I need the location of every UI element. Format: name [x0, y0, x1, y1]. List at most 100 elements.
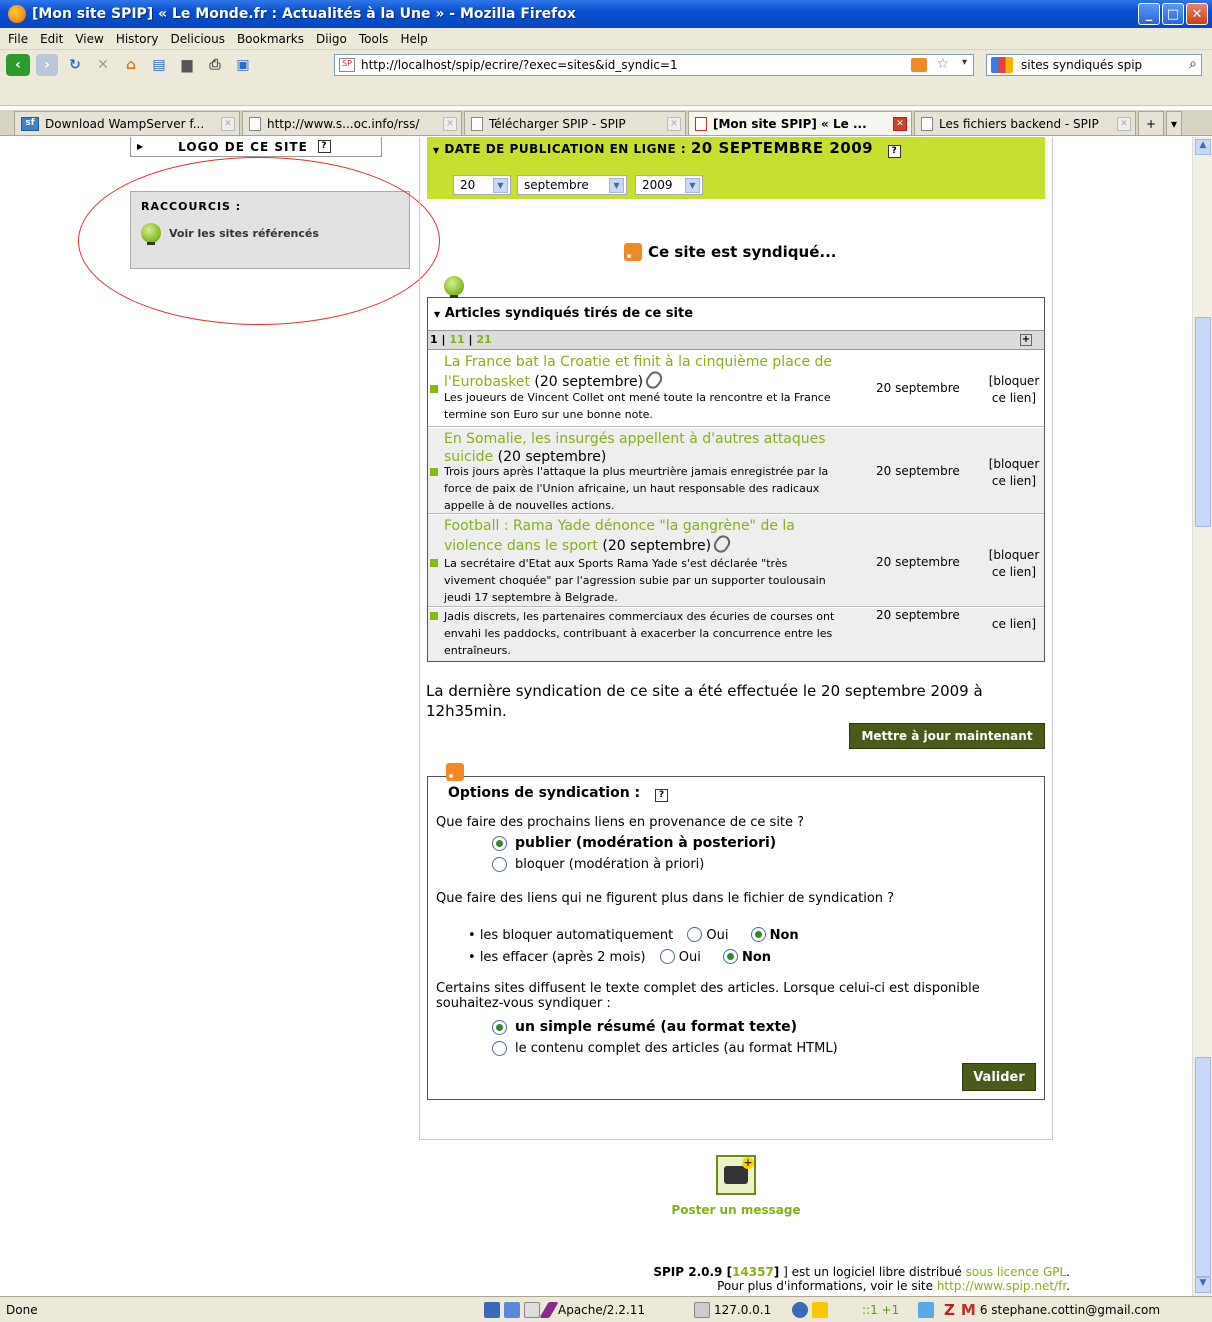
page-1[interactable]: 1 — [430, 333, 438, 346]
url-bar[interactable]: SP http://localhost/spip/ecrire/?exec=si… — [334, 54, 974, 76]
tab-close-icon[interactable]: ✕ — [893, 116, 907, 131]
scroll-down-icon[interactable]: ▼ — [1195, 1277, 1211, 1293]
rss-feed-icon[interactable] — [911, 58, 927, 72]
tab-close-icon[interactable]: ✕ — [667, 116, 681, 131]
radio-delete-oui[interactable] — [659, 949, 675, 964]
feather-icon — [539, 1302, 559, 1318]
search-icon[interactable]: ⌕ — [1189, 56, 1197, 72]
home-icon[interactable]: ⌂ — [120, 54, 142, 76]
radio-summary[interactable] — [492, 1019, 507, 1035]
search-bar[interactable]: sites syndiqués spip ⌕ — [986, 54, 1202, 76]
gmail-account[interactable]: 6 stephane.cottin@gmail.com — [980, 1303, 1160, 1317]
menu-tools[interactable]: Tools — [359, 32, 389, 46]
info-icon[interactable] — [792, 1302, 808, 1318]
last-sync-text: La dernière syndication de ce site a été… — [426, 682, 983, 720]
expand-all-icon[interactable]: + — [1020, 334, 1032, 346]
tab-fichiers-backend[interactable]: Les fichiers backend - SPIP ✕ — [914, 111, 1136, 135]
update-now-button[interactable]: Mettre à jour maintenant — [849, 723, 1045, 749]
page-viewport: ▶ LOGO DE CE SITE ? RACCOURCIS : Voir le… — [0, 137, 1192, 1296]
stop-icon[interactable]: ✕ — [92, 54, 114, 76]
menu-view[interactable]: View — [75, 32, 103, 46]
pagination: 1 | 11 | 21 + — [428, 330, 1044, 350]
radio-block-oui[interactable] — [687, 927, 703, 942]
maximize-button[interactable]: □ — [1162, 3, 1184, 25]
menu-delicious[interactable]: Delicious — [171, 32, 225, 46]
scroll-track-highlight[interactable] — [1195, 1057, 1211, 1277]
forward-button[interactable]: › — [36, 54, 58, 76]
radio-delete-non[interactable] — [722, 949, 738, 964]
expand-icon: ▶ — [137, 142, 145, 151]
tab-mon-site-spip[interactable]: [Mon site SPIP] « Le ... ✕ — [688, 111, 912, 135]
help-icon[interactable]: ? — [317, 140, 331, 153]
menu-history[interactable]: History — [116, 32, 159, 46]
menu-bookmarks[interactable]: Bookmarks — [237, 32, 304, 46]
option-publish[interactable]: publier (modération à posteriori) — [492, 835, 776, 851]
print-icon[interactable]: ⎙ — [204, 54, 226, 76]
briefcase-icon[interactable]: ▆ — [176, 54, 198, 76]
question-missing-links: Que faire des liens qui ne figurent plus… — [436, 891, 895, 906]
collapse-icon[interactable]: ▼ — [434, 310, 440, 319]
tab-telecharger-spip[interactable]: Télécharger SPIP - SPIP ✕ — [464, 111, 686, 135]
vertical-scrollbar[interactable]: ▲ ▼ — [1192, 137, 1212, 1296]
url-dropdown-icon[interactable]: ▾ — [962, 57, 967, 68]
reload-icon[interactable]: ↻ — [64, 54, 86, 76]
warning-icon[interactable] — [812, 1302, 828, 1318]
bookmark-star-icon[interactable]: ☆ — [936, 56, 949, 72]
month-select[interactable]: septembre ▼ — [517, 175, 627, 195]
option-full-content[interactable]: le contenu complet des articles (au form… — [492, 1041, 838, 1056]
block-link[interactable]: [bloquer ce lien] — [984, 547, 1044, 581]
tab-close-icon[interactable]: ✕ — [221, 116, 235, 131]
tab-close-icon[interactable]: ✕ — [443, 116, 457, 131]
question-full-text: Certains sites diffusent le texte comple… — [436, 981, 980, 1011]
page-11[interactable]: 11 — [449, 333, 464, 346]
radio-block-non[interactable] — [750, 927, 766, 942]
radio-block[interactable] — [492, 857, 507, 872]
page-21[interactable]: 21 — [476, 333, 491, 346]
window-titlebar: [Mon site SPIP] « Le Monde.fr : Actualit… — [0, 0, 1212, 28]
day-select[interactable]: 20 ▼ — [453, 175, 511, 195]
zotero-icon[interactable]: Z — [944, 1301, 955, 1319]
post-message-icon[interactable] — [716, 1155, 756, 1195]
google-icon[interactable] — [991, 57, 1013, 73]
option-summary[interactable]: un simple résumé (au format texte) — [492, 1019, 797, 1035]
twitter-icon[interactable] — [918, 1302, 934, 1318]
tab-close-icon[interactable]: ✕ — [1117, 116, 1131, 131]
gmail-icon[interactable]: M — [961, 1301, 976, 1319]
grid-icon[interactable] — [504, 1302, 520, 1318]
tab-list-button[interactable]: ▾ — [1166, 111, 1182, 135]
tab-wampserver[interactable]: sf Download WampServer f... ✕ — [14, 111, 240, 135]
scroll-thumb[interactable] — [1195, 317, 1211, 527]
block-link[interactable]: ce lien] — [984, 616, 1044, 633]
minimize-button[interactable]: _ — [1138, 3, 1160, 25]
menu-diigo[interactable]: Diigo — [316, 32, 347, 46]
revision-link[interactable]: 14357 — [732, 1265, 774, 1279]
radio-full-content[interactable] — [492, 1041, 507, 1056]
network-icon[interactable] — [484, 1302, 500, 1318]
menu-edit[interactable]: Edit — [40, 32, 63, 46]
scroll-up-icon[interactable]: ▲ — [1195, 139, 1211, 155]
menu-file[interactable]: File — [8, 32, 28, 46]
logo-section[interactable]: ▶ LOGO DE CE SITE ? — [130, 137, 382, 157]
help-icon[interactable]: ? — [887, 145, 901, 158]
tab-rss[interactable]: http://www.s...oc.info/rss/ ✕ — [242, 111, 462, 135]
bookmarks-icon[interactable]: ▤ — [148, 54, 170, 76]
spip-favicon-icon — [695, 116, 707, 131]
menu-help[interactable]: Help — [400, 32, 427, 46]
close-button[interactable]: ✕ — [1186, 3, 1208, 25]
screen-icon[interactable]: ▣ — [232, 54, 254, 76]
post-message[interactable]: Poster un message — [666, 1155, 806, 1217]
back-button[interactable]: ‹ — [6, 54, 30, 76]
spip-site-link[interactable]: http://www.spip.net/fr — [937, 1279, 1066, 1293]
new-tab-button[interactable]: + — [1138, 111, 1164, 135]
block-link[interactable]: [bloquer ce lien] — [984, 373, 1044, 407]
validate-button[interactable]: Valider — [962, 1063, 1036, 1091]
apache-version: Apache/2.2.11 — [558, 1303, 645, 1317]
help-icon[interactable]: ? — [655, 789, 669, 802]
year-select[interactable]: 2009 ▼ — [635, 175, 703, 195]
post-message-link[interactable]: Poster un message — [666, 1203, 806, 1217]
option-block[interactable]: bloquer (modération à priori) — [492, 857, 704, 872]
licence-link[interactable]: sous licence GPL — [966, 1265, 1067, 1279]
block-link[interactable]: [bloquer ce lien] — [984, 456, 1044, 490]
radio-publish[interactable] — [492, 835, 507, 851]
mail-icon[interactable] — [524, 1302, 540, 1318]
